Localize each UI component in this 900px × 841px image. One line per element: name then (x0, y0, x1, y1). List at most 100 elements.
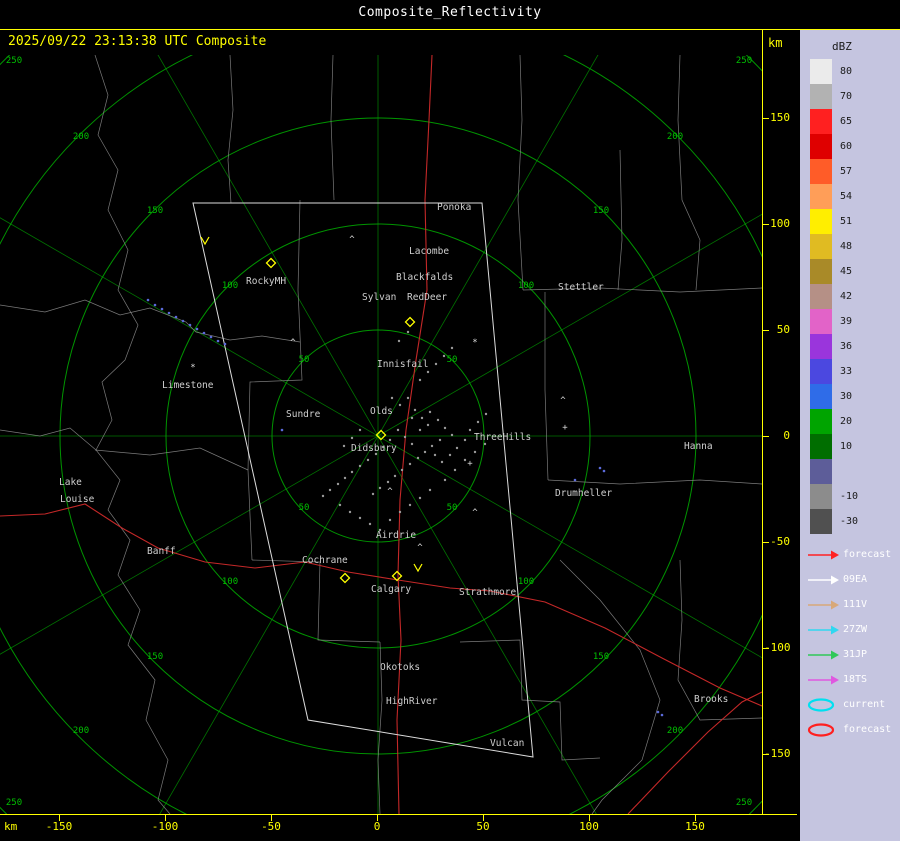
echo-dot (358, 516, 362, 520)
bottom-axis-tick-label: -50 (261, 820, 281, 833)
echo-dot (413, 408, 417, 412)
echo-dot (436, 418, 440, 422)
county-boundary (94, 447, 249, 471)
bottom-axis-tick (589, 815, 590, 821)
city-label: Brooks (694, 694, 728, 705)
bottom-axis-unit: km (4, 820, 18, 833)
county-boundary (251, 559, 381, 643)
bottom-axis-tick (271, 815, 272, 821)
dbz-value: 39 (840, 316, 853, 327)
city-label: Hanna (684, 441, 713, 452)
track-arrow-icon (808, 550, 839, 559)
right-axis-tick (763, 118, 769, 119)
radar-site-marker (404, 316, 416, 328)
dbz-value: 57 (840, 166, 853, 177)
bottom-axis-tick-label: 0 (373, 820, 381, 833)
county-boundary (517, 55, 524, 291)
radar-site-marker (265, 257, 277, 269)
echo-dot (430, 444, 434, 448)
track-label: forecast (843, 549, 892, 560)
highway-line (0, 503, 399, 581)
right-axis-tick (763, 436, 769, 437)
range-label: 100 (518, 577, 534, 587)
right-axis-tick (763, 754, 769, 755)
dbz-value: -10 (840, 491, 859, 502)
dbz-swatch (810, 159, 832, 184)
dbz-scale-row: 48 (800, 234, 900, 259)
city-label: Innisfail (377, 359, 428, 370)
range-label: 250 (736, 56, 752, 66)
range-label: 200 (667, 726, 683, 736)
track-arrow-icon (808, 575, 839, 584)
city-label: RockyMH (246, 276, 286, 287)
range-label: 150 (147, 206, 163, 216)
echo-dot (342, 444, 346, 448)
ellipse-shape (807, 722, 835, 737)
arrow-head (831, 550, 839, 559)
track-legend-row: current (800, 692, 900, 717)
range-label: 250 (6, 56, 22, 66)
track-label: current (843, 699, 886, 710)
dbz-scale-row: 36 (800, 334, 900, 359)
range-label: 50 (299, 355, 310, 365)
echo-dot (450, 433, 454, 437)
echo-dot (348, 510, 352, 514)
echo-dot-blue (223, 342, 227, 346)
echo-dot (403, 435, 407, 439)
white-caret-marker: ^ (349, 235, 355, 245)
dbz-swatch (810, 409, 832, 434)
echo-dot-blue (174, 315, 178, 319)
track-label: 18TS (843, 674, 868, 685)
echo-dot (428, 410, 432, 414)
echo-dot-blue (660, 713, 664, 717)
dbz-scale-row: 20 (800, 409, 900, 434)
white-plus-marker: + (562, 423, 568, 433)
echo-dot (336, 482, 340, 486)
dbz-swatch (810, 434, 832, 459)
track-legend-row: forecast (800, 542, 900, 567)
city-label: Strathmore (459, 587, 516, 598)
echo-dot (453, 468, 457, 472)
city-label: Olds (370, 406, 393, 417)
bottom-axis-tick-label: 50 (476, 820, 490, 833)
echo-dot (468, 428, 472, 432)
echo-dot (388, 438, 392, 442)
echo-dot-blue (598, 466, 602, 470)
dbz-swatch (810, 384, 832, 409)
echo-dot (358, 428, 362, 432)
bottom-axis-tick-label: 100 (579, 820, 599, 833)
track-legend-row: 27ZW (800, 617, 900, 642)
track-legend: forecast 09EA 111V 27ZW 31JP 18TS current forec… (800, 542, 900, 742)
bottom-axis-tick (377, 815, 378, 821)
track-arrow-icon (808, 675, 839, 684)
range-label: 50 (447, 355, 458, 365)
echo-dot (368, 522, 372, 526)
dbz-swatch (810, 134, 832, 159)
echo-dot (418, 378, 422, 382)
echo-dot-blue (656, 710, 660, 714)
echo-dot (442, 354, 446, 358)
echo-dot-blue (202, 331, 206, 335)
city-label: Didsbury (351, 443, 397, 454)
echo-dot-blue (195, 327, 199, 331)
dbz-scale-row: 39 (800, 309, 900, 334)
echo-dot (408, 462, 412, 466)
right-axis-unit: km (768, 36, 783, 50)
dbz-scale-row: -30 (800, 509, 900, 534)
echo-dot (428, 488, 432, 492)
echo-dot (433, 453, 437, 457)
dbz-scale-row: 60 (800, 134, 900, 159)
echo-dot (473, 450, 477, 454)
track-legend-row: 09EA (800, 567, 900, 592)
top-separator-line (0, 29, 900, 30)
echo-dot (438, 438, 442, 442)
dbz-scale-row: 10 (800, 434, 900, 459)
echo-dot (416, 456, 420, 460)
echo-dot (434, 362, 438, 366)
echo-dot (443, 478, 447, 482)
dbz-value: 45 (840, 266, 853, 277)
right-axis-tick (763, 224, 769, 225)
dbz-value: 33 (840, 366, 853, 377)
dbz-swatch (810, 509, 832, 534)
timestamp: 2025/09/22 23:13:38 UTC Composite (8, 34, 267, 49)
